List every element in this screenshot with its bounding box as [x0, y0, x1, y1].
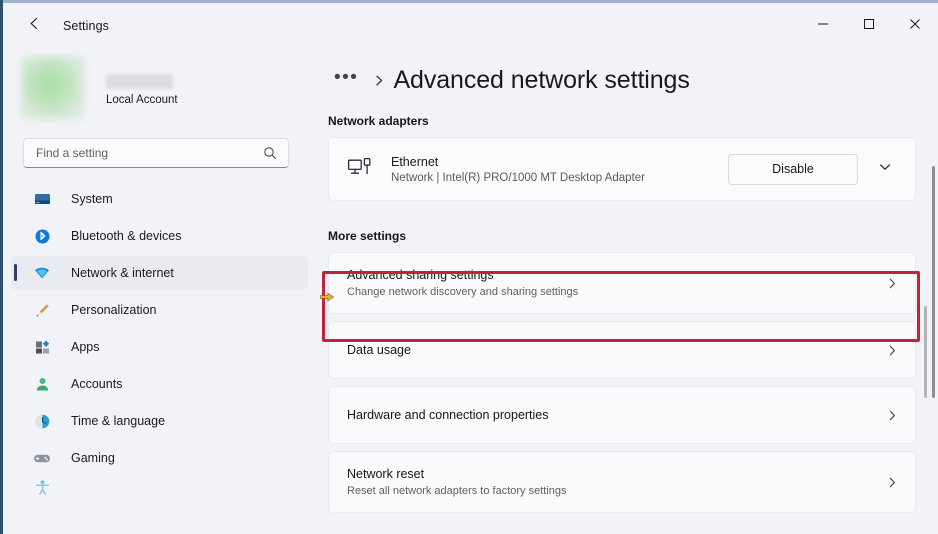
- sidebar-item-label: Apps: [71, 340, 100, 354]
- accessibility-icon: [32, 478, 52, 496]
- adapter-expand-button[interactable]: [868, 153, 901, 186]
- minimize-button[interactable]: [800, 3, 846, 48]
- avatar: [21, 56, 85, 120]
- row-hardware-and-connection-properties[interactable]: Hardware and connection properties: [328, 386, 916, 444]
- row-advanced-sharing-settings[interactable]: Advanced sharing settings Change network…: [328, 252, 916, 314]
- account-name-redacted: [106, 74, 173, 89]
- row-text: Hardware and connection properties: [347, 408, 886, 422]
- chevron-right-icon: [886, 277, 899, 290]
- more-settings-list: Advanced sharing settings Change network…: [328, 252, 916, 513]
- accounts-person-icon: [32, 374, 52, 394]
- search-box[interactable]: [23, 138, 289, 168]
- row-text: Advanced sharing settings Change network…: [347, 268, 886, 298]
- adapter-info: Ethernet Network | Intel(R) PRO/1000 MT …: [391, 155, 728, 184]
- sidebar-item-bluetooth-devices[interactable]: Bluetooth & devices: [11, 219, 308, 253]
- row-text: Data usage: [347, 343, 886, 357]
- ethernet-adapter-icon: [347, 157, 373, 182]
- sidebar-item-network-internet[interactable]: Network & internet: [11, 256, 308, 290]
- row-text: Network reset Reset all network adapters…: [347, 467, 886, 497]
- chevron-right-icon: [886, 476, 899, 489]
- row-title: Hardware and connection properties: [347, 408, 549, 422]
- sidebar-item-time-language[interactable]: Time & language: [11, 404, 308, 438]
- sidebar-item-label: Network & internet: [71, 266, 174, 280]
- profile-text: Local Account: [106, 74, 178, 106]
- sidebar-item-label: Bluetooth & devices: [71, 229, 182, 243]
- row-title: Data usage: [347, 343, 411, 357]
- row-data-usage[interactable]: Data usage: [328, 321, 916, 379]
- row-title: Advanced sharing settings: [347, 268, 494, 282]
- adapter-details: Network | Intel(R) PRO/1000 MT Desktop A…: [391, 171, 645, 184]
- network-wifi-icon: [32, 263, 52, 283]
- row-subtitle: Change network discovery and sharing set…: [347, 286, 579, 298]
- sidebar-item-accounts[interactable]: Accounts: [11, 367, 308, 401]
- section-heading-network-adapters: Network adapters: [328, 114, 429, 128]
- window-body: Settings Local Account Find a setting Sy…: [3, 3, 938, 534]
- chevron-right-icon: [886, 409, 899, 422]
- page-title: Advanced network settings: [393, 65, 690, 94]
- close-button[interactable]: [892, 3, 938, 48]
- settings-window: Settings Local Account Find a setting Sy…: [0, 0, 938, 534]
- row-title: Network reset: [347, 467, 425, 481]
- row-network-reset[interactable]: Network reset Reset all network adapters…: [328, 451, 916, 513]
- close-icon: [909, 17, 921, 35]
- adapter-name: Ethernet: [391, 154, 439, 169]
- sidebar-item-accessibility[interactable]: [11, 478, 308, 496]
- window-caption-buttons: [800, 3, 938, 48]
- clock-icon: [32, 411, 52, 431]
- breadcrumb: ••• Advanced network settings: [320, 48, 938, 94]
- maximize-button[interactable]: [846, 3, 892, 48]
- app-title: Settings: [63, 18, 109, 33]
- sidebar: Local Account Find a setting System Blue…: [3, 48, 320, 534]
- main-scrollbar[interactable]: [932, 166, 935, 534]
- chevron-right-icon: [886, 344, 899, 357]
- sidebar-item-personalization[interactable]: Personalization: [11, 293, 308, 327]
- chevron-down-icon: [878, 160, 892, 179]
- back-arrow-icon: [26, 15, 43, 37]
- disable-adapter-button[interactable]: Disable: [728, 153, 858, 185]
- bluetooth-icon: [32, 226, 52, 246]
- section-heading-more-settings: More settings: [328, 229, 407, 243]
- scrollbar-thumb-secondary[interactable]: [924, 306, 927, 398]
- sidebar-item-label: Gaming: [71, 451, 115, 465]
- network-adapter-card: Ethernet Network | Intel(R) PRO/1000 MT …: [328, 137, 916, 201]
- sidebar-nav: System Bluetooth & devices Network & int…: [3, 182, 320, 496]
- row-subtitle: Reset all network adapters to factory se…: [347, 485, 567, 497]
- sidebar-item-label: System: [71, 192, 113, 206]
- sidebar-item-apps[interactable]: Apps: [11, 330, 308, 364]
- breadcrumb-overflow-button[interactable]: •••: [328, 64, 364, 97]
- search-icon: [263, 146, 277, 160]
- scrollbar-thumb[interactable]: [932, 166, 935, 398]
- minimize-icon: [817, 17, 829, 35]
- search-input[interactable]: [24, 146, 263, 160]
- paintbrush-icon: [32, 300, 52, 320]
- apps-grid-icon: [32, 337, 52, 357]
- chevron-right-icon: [374, 74, 385, 87]
- main-content: ••• Advanced network settings Network ad…: [320, 48, 938, 534]
- sidebar-item-system[interactable]: System: [11, 182, 308, 216]
- sidebar-item-label: Personalization: [71, 303, 157, 317]
- system-icon: [32, 189, 52, 209]
- back-button[interactable]: [17, 9, 51, 43]
- sidebar-item-label: Accounts: [71, 377, 123, 391]
- sidebar-item-gaming[interactable]: Gaming: [11, 441, 308, 475]
- maximize-icon: [863, 17, 875, 35]
- title-bar: Settings: [3, 3, 938, 48]
- profile-block[interactable]: Local Account: [3, 48, 320, 120]
- gamepad-icon: [32, 448, 52, 468]
- account-type-label: Local Account: [106, 94, 178, 106]
- sidebar-item-label: Time & language: [71, 414, 166, 428]
